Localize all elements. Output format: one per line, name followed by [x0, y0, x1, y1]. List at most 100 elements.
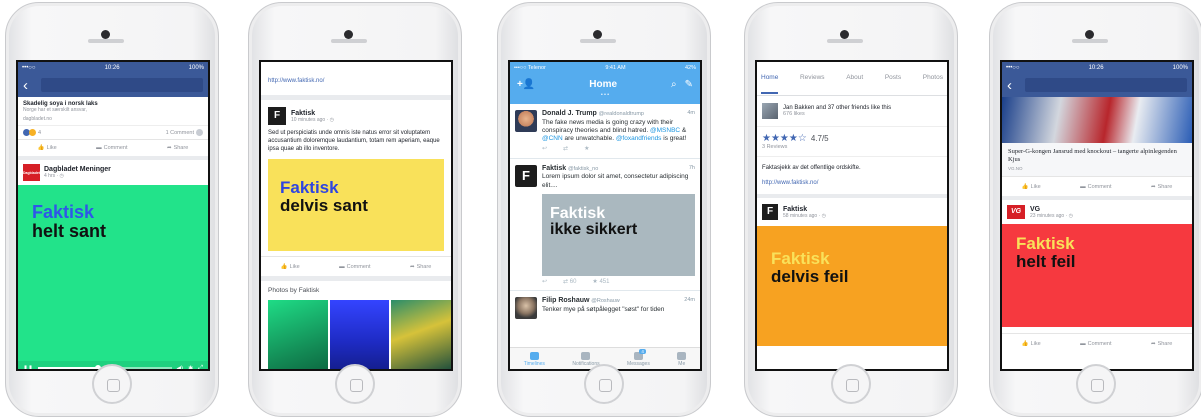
verdict-brand: Faktisk [550, 204, 606, 222]
phone-1: •••○○ 10:26 100% ‹ Skadelig soya i norsk… [5, 2, 219, 417]
thumbs-up-icon: 👍 [280, 263, 288, 270]
compose-icon[interactable]: ✎ [685, 79, 693, 90]
like-button[interactable]: 👍 Like [1022, 184, 1041, 190]
share-button[interactable]: ➦ Share [410, 264, 431, 270]
about-text: Faktasjekk av det offentlige ordskifte. [762, 165, 861, 171]
reaction-count[interactable]: 4 [38, 130, 41, 136]
comment-count[interactable]: 1 Comment [166, 130, 194, 136]
back-icon[interactable]: ‹ [1007, 78, 1021, 93]
search-bar[interactable] [1025, 78, 1187, 92]
tab-photos[interactable]: Photos [923, 74, 943, 95]
post-author[interactable]: VG [1030, 206, 1073, 213]
mention-link[interactable]: @foxandfriends [616, 135, 662, 142]
post-author[interactable]: Faktisk [291, 110, 334, 117]
verdict-text: delvis feil [771, 266, 849, 286]
faktisk-image[interactable]: Faktisk delvis feil [757, 226, 947, 346]
link-desc: Norge har et særskilt ansvar, [23, 107, 87, 113]
like-button[interactable]: 👍 Like [1022, 341, 1041, 347]
tweet-author[interactable]: Filip Roshauw [542, 297, 589, 304]
fb-header: •••○○ 10:26 100% ‹ [1002, 62, 1192, 97]
link-row: http://www.faktisk.no/ [261, 62, 451, 100]
likes-count: 676 likes [783, 111, 805, 117]
like-button[interactable]: ★ 451 [592, 279, 609, 287]
search-icon[interactable]: ⌕ [671, 79, 677, 90]
avatar[interactable] [515, 110, 537, 132]
faktisk-avatar[interactable]: F [515, 164, 537, 187]
faktisk-video[interactable]: Faktisk helt sant ❚❚ ◀) ✱ ⤢ [18, 185, 208, 370]
faktisk-avatar[interactable]: F [762, 204, 778, 220]
back-icon[interactable]: ‹ [23, 78, 37, 93]
comment-button[interactable]: ▬ Comment [339, 264, 370, 270]
tab-messages[interactable]: 4 Messages [627, 349, 650, 367]
thumbs-up-icon: 👍 [1021, 183, 1029, 190]
retweet-icon[interactable]: ⇄ [563, 146, 568, 154]
article-card[interactable]: Super-G-kongen Jansrud med knockout – ta… [1002, 143, 1192, 177]
fullscreen-icon[interactable]: ⤢ [198, 365, 203, 370]
tweet-author[interactable]: Faktisk [542, 165, 566, 172]
page-link[interactable]: http://www.faktisk.no/ [762, 180, 942, 186]
photo-thumb[interactable] [391, 300, 451, 369]
tweet[interactable]: Donald J. Trump @realdonaldtrump 4m The … [510, 104, 700, 159]
thumbs-up-icon: 👍 [37, 145, 45, 151]
settings-icon[interactable]: ✱ [188, 365, 193, 370]
reply-icon[interactable]: ↩ [542, 279, 547, 287]
page-link[interactable]: http://www.faktisk.no/ [268, 78, 324, 84]
tab-about[interactable]: About [846, 74, 863, 95]
like-button[interactable]: 👍 Like [281, 264, 300, 270]
faktisk-image[interactable]: Faktisk delvis sant [268, 159, 444, 252]
faktisk-image[interactable]: Faktisk helt feil [1002, 224, 1192, 328]
vg-logo[interactable]: VG [1007, 205, 1025, 220]
photo-thumb[interactable] [329, 300, 390, 369]
home-button[interactable] [335, 364, 375, 404]
tab-posts[interactable]: Posts [885, 74, 901, 95]
share-button[interactable]: ➦ Share [1151, 184, 1172, 190]
thumbs-up-icon: 👍 [1021, 340, 1029, 347]
avatar[interactable] [515, 297, 537, 320]
home-button[interactable] [1076, 364, 1116, 404]
pause-icon[interactable]: ❚❚ [23, 365, 33, 370]
home-button[interactable] [92, 364, 132, 404]
person-icon [677, 352, 687, 360]
retweet-button[interactable]: ⇄ 60 [563, 279, 576, 287]
like-button[interactable]: 👍 Like [38, 145, 57, 151]
comment-button[interactable]: ▬ Comment [96, 145, 127, 151]
tweet-time: 4m [687, 110, 695, 116]
comment-button[interactable]: ▬ Comment [1080, 341, 1111, 347]
tab-me[interactable]: Me [677, 352, 687, 367]
home-button[interactable] [584, 364, 624, 404]
volume-icon[interactable]: ◀) [177, 365, 184, 370]
search-bar[interactable] [41, 78, 203, 92]
mention-link[interactable]: @MSNBC [650, 127, 680, 134]
tweet-author[interactable]: Donald J. Trump [542, 110, 597, 117]
home-button[interactable] [831, 364, 871, 404]
tweet[interactable]: Filip Roshauw @Roshauw 24m Tenker mye på… [510, 291, 700, 323]
article-photo[interactable] [1002, 97, 1192, 143]
tweet-actions: ↩ ⇄ 60 ★ 451 [542, 279, 695, 287]
faktisk-image[interactable]: Faktisk ikke sikkert [542, 193, 695, 276]
tab-reviews[interactable]: Reviews [800, 74, 825, 95]
link-card[interactable]: Skadelig soya i norsk laks Norge har et … [18, 97, 208, 125]
share-button[interactable]: ➦ Share [1151, 341, 1172, 347]
reply-icon[interactable]: ↩ [542, 146, 547, 154]
tweet-handle: @realdonaldtrump [598, 111, 644, 117]
share-button[interactable]: ➦ Share [167, 145, 188, 151]
like-icon[interactable]: ★ [584, 146, 589, 154]
tab-home[interactable]: Home [761, 74, 779, 94]
tweet[interactable]: F Faktisk @faktisk_no 7h Lorem ipsum dol… [510, 159, 700, 292]
tweet-text-part: & [680, 126, 687, 134]
friends-like-row[interactable]: Jan Bakken and 37 other friends like thi… [757, 96, 947, 127]
dagbladet-logo[interactable]: Dagbladet [23, 164, 40, 181]
post-author[interactable]: Dagbladet Meninger [44, 166, 111, 173]
add-user-icon[interactable]: +👤 [517, 79, 535, 90]
tweet-time: 24m [684, 297, 695, 304]
post-author[interactable]: Faktisk [783, 206, 826, 213]
photo-thumb[interactable] [268, 300, 328, 369]
tab-timelines[interactable]: Timelines [524, 352, 545, 367]
comment-button[interactable]: ▬ Comment [1080, 184, 1111, 190]
faktisk-avatar[interactable]: F [268, 107, 286, 125]
mention-link[interactable]: @CNN [542, 135, 563, 142]
star-rating: ★★★★☆ [762, 133, 807, 144]
tab-label: Me [678, 361, 686, 367]
clock: 10:26 [104, 64, 120, 71]
rating-row[interactable]: ★★★★☆ 4.7/5 3 Reviews [757, 127, 947, 157]
